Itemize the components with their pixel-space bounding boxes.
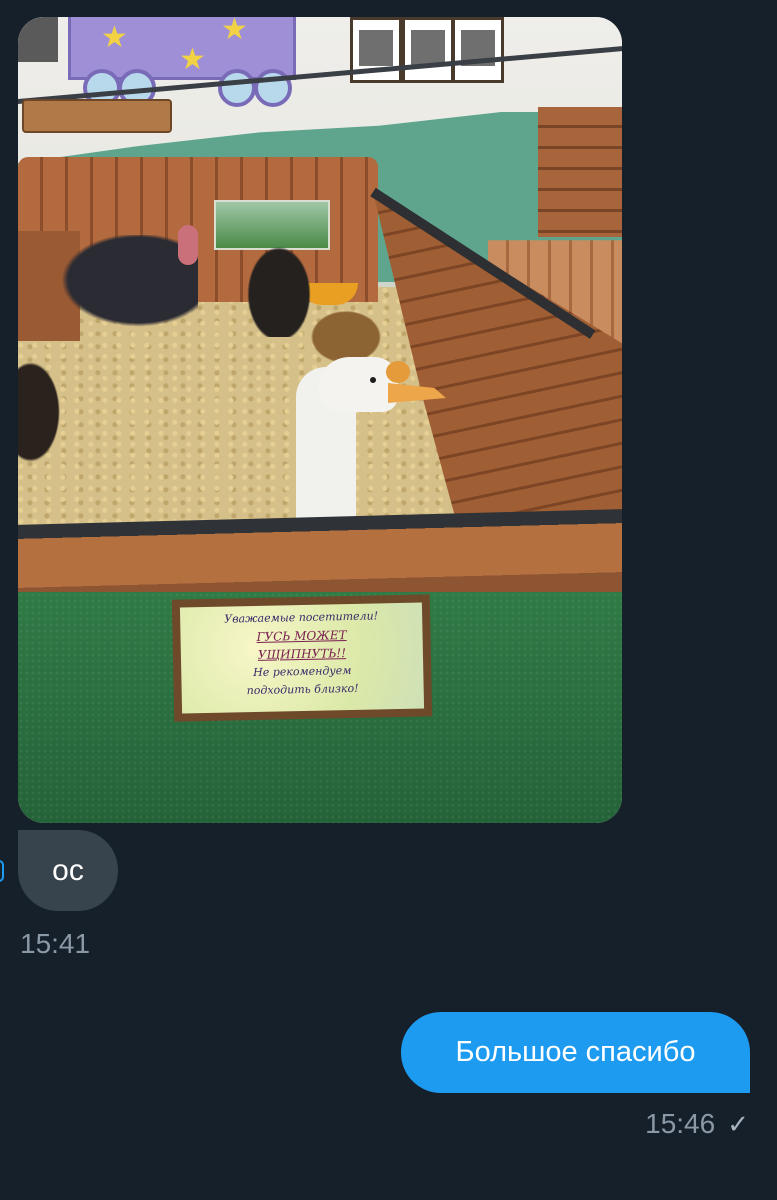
warning-sign: Уважаемые посетители! ГУСЬ МОЖЕТ УЩИПНУТ… (171, 594, 433, 722)
warning-sign-text: Уважаемые посетители! ГУСЬ МОЖЕТ УЩИПНУТ… (179, 602, 425, 714)
turkey-head (178, 225, 198, 265)
sent-message-bubble[interactable]: Большое спасибо (401, 1012, 750, 1093)
avatar-edge[interactable] (0, 860, 4, 882)
received-message-text: ос (52, 853, 84, 887)
black-hen (244, 242, 314, 337)
star-icon: ★ (179, 43, 206, 76)
received-message-time: 15:41 (20, 928, 91, 959)
check-icon: ✓ (727, 1108, 749, 1139)
sign-alert-line: УЩИПНУТЬ!! (257, 646, 347, 662)
received-message-bubble[interactable]: ос (18, 830, 118, 911)
star-icon: ★ (101, 21, 128, 54)
goose-beak-knob (386, 361, 410, 383)
received-photo[interactable]: ★ ★ ★ Уважаемые посетители! ГУСЬ МОЖЕТ У… (18, 17, 622, 823)
chat-screen: ★ ★ ★ Уважаемые посетители! ГУСЬ МОЖЕТ У… (0, 0, 777, 1200)
sign-line: Не рекомендуем (253, 663, 352, 680)
star-icon: ★ (221, 17, 248, 46)
turkey (48, 235, 198, 335)
sign-line: подходить близко! (246, 681, 359, 698)
goose-head (318, 357, 398, 412)
sent-message-text: Большое спасибо (455, 1036, 696, 1068)
sent-message-time: 15:46 (645, 1108, 716, 1139)
wall-plaque (22, 99, 172, 133)
goose-eye (370, 377, 376, 383)
sent-message-meta: 15:46 ✓ (645, 1108, 749, 1140)
sign-line: Уважаемые посетители! (224, 609, 379, 626)
wooden-cabin (538, 107, 622, 237)
train-engine (18, 17, 58, 62)
black-hen (18, 357, 63, 467)
